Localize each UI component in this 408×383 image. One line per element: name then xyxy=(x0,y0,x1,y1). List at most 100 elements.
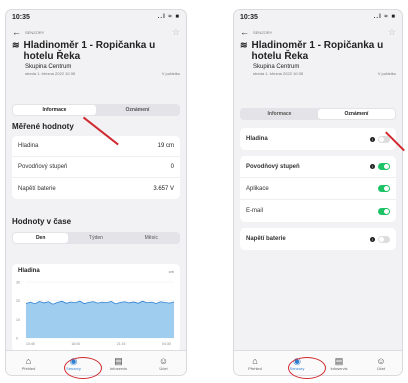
notif-row: Napětí baterie! xyxy=(240,228,396,250)
x-tick-label: 04:30 xyxy=(162,342,171,346)
measured-label: Napětí baterie xyxy=(18,185,56,192)
favorite-star-icon[interactable]: ☆ xyxy=(388,27,396,38)
status-badge: V pořádku xyxy=(377,71,396,76)
nav-ucet[interactable]: ☺ Účet xyxy=(360,351,402,375)
y-tick-label: 0 xyxy=(16,337,18,341)
tab-informace[interactable]: Informace xyxy=(241,109,318,119)
sensor-header: ≋ Hladinoměr 1 - Ropičanka u hotelu Řeka … xyxy=(12,40,180,76)
status-bar: 10:35 ..l ≈ ■ xyxy=(6,10,186,24)
tab-bar: Informace Oznámení xyxy=(12,104,180,116)
sensor-date: streda 1. března 2022 10:35 xyxy=(253,71,304,76)
breadcrumb[interactable]: SENZORY xyxy=(25,30,44,35)
nav-label: Infoservis xyxy=(330,365,348,371)
sensor-header: ≋ Hladinoměr 1 - Ropičanka u hotelu Řeka … xyxy=(240,40,396,76)
account-icon: ☺ xyxy=(158,355,169,366)
back-arrow-icon[interactable]: ← xyxy=(240,27,249,37)
page-title: Hladinoměr 1 - Ropičanka u hotelu Řeka xyxy=(251,40,384,62)
notif-card-level: Hladina! xyxy=(240,128,396,150)
phone-screen-info: 10:35 ..l ≈ ■ ← SENZORY ☆ ≋ Hladinoměr 1 … xyxy=(6,10,186,375)
measured-values-card: Hladina 19 cm Povodňový stupeň 0 Napětí ba… xyxy=(12,136,180,199)
toggle-switch[interactable] xyxy=(378,163,390,170)
nav-label: Účet xyxy=(159,365,168,371)
measured-section-title: Měřené hodnoty xyxy=(12,122,74,131)
chart-card: Hladina cm 30 20 10 0 10:45 16:00 21:15 04:30 xyxy=(12,264,180,352)
info-icon[interactable]: ! xyxy=(370,164,375,169)
measured-value: 0 xyxy=(170,164,174,170)
signal-icon: ..l ≈ ■ xyxy=(373,14,396,20)
status-time: 10:35 xyxy=(12,13,30,21)
status-badge: V pořádku xyxy=(161,71,180,76)
news-icon: ▤ xyxy=(334,355,344,366)
period-selector: Den Týden Měsíc xyxy=(12,232,180,244)
time-section-title: Hodnoty v čase xyxy=(12,217,72,226)
measured-value: 3.657 V xyxy=(153,185,174,192)
y-tick-label: 10 xyxy=(16,318,20,322)
x-tick-label: 16:00 xyxy=(71,342,80,346)
period-day[interactable]: Den xyxy=(13,233,69,243)
account-icon: ☺ xyxy=(376,355,386,366)
info-icon[interactable]: ! xyxy=(370,136,375,142)
y-tick-label: 30 xyxy=(16,281,20,285)
period-week[interactable]: Týden xyxy=(68,233,123,243)
news-icon: ▤ xyxy=(114,355,123,366)
info-icon[interactable]: ! xyxy=(370,236,375,242)
home-icon: ⌂ xyxy=(252,355,258,366)
page-title: Hladinoměr 1 - Ropičanka u hotelu Řeka xyxy=(23,40,156,62)
tab-bar: Informace Oznámení xyxy=(240,108,396,120)
level-chart: 30 20 10 0 10:45 16:00 21:15 04:30 xyxy=(16,281,175,346)
notif-card-battery: Napětí baterie! xyxy=(240,228,396,250)
sensor-group: Skupina Centrum xyxy=(25,64,72,70)
tab-informace[interactable]: Informace xyxy=(13,105,96,115)
measured-row: Hladina 19 cm xyxy=(12,136,180,157)
x-tick-label: 10:45 xyxy=(26,342,35,346)
nav-label: Účet xyxy=(376,365,386,371)
notif-label: Aplikace xyxy=(246,185,269,192)
toggle-switch[interactable] xyxy=(378,207,390,215)
back-arrow-icon[interactable]: ← xyxy=(12,27,21,37)
tab-oznameni[interactable]: Oznámení xyxy=(318,109,395,119)
nav-prehled[interactable]: ⌂ Přehled xyxy=(6,351,51,375)
breadcrumb[interactable]: SENZORY xyxy=(253,30,272,35)
annotation-circle xyxy=(288,357,326,379)
period-month[interactable]: Měsíc xyxy=(124,233,179,243)
series-area xyxy=(26,301,174,338)
notif-label: Napětí baterie xyxy=(246,236,286,242)
x-tick-label: 21:15 xyxy=(117,342,126,346)
home-icon: ⌂ xyxy=(25,355,32,366)
measured-row: Povodňový stupeň 0 xyxy=(12,157,180,178)
top-bar: ← SENZORY ☆ xyxy=(234,26,402,38)
nav-infoservis[interactable]: ▤ Infoservis xyxy=(96,351,141,375)
measured-label: Povodňový stupeň xyxy=(18,164,68,170)
measured-value: 19 cm xyxy=(157,143,174,149)
notif-row: Povodňový stupeň! xyxy=(240,156,396,178)
measured-label: Hladina xyxy=(18,143,39,149)
sensor-type-icon: ≋ xyxy=(12,40,20,50)
annotation-circle xyxy=(64,357,102,379)
notif-row: E-mail xyxy=(240,200,396,222)
notif-card-flood: Povodňový stupeň! Aplikace E-mail xyxy=(240,156,396,222)
favorite-star-icon[interactable]: ☆ xyxy=(172,27,180,38)
nav-label: Přehled xyxy=(21,365,36,371)
nav-label: Přehled xyxy=(248,365,262,371)
nav-label: Infoservis xyxy=(109,365,128,371)
nav-prehled[interactable]: ⌂ Přehled xyxy=(234,351,276,375)
status-time: 10:35 xyxy=(240,13,258,21)
phone-screen-notifications: 10:35 ..l ≈ ■ ← SENZORY ☆ ≋ Hladinoměr 1 … xyxy=(234,10,402,375)
top-bar: ← SENZORY ☆ xyxy=(6,26,186,38)
notif-label: Hladina xyxy=(246,136,268,142)
sensor-date: streda 1. března 2022 10:35 xyxy=(25,71,76,76)
toggle-switch[interactable] xyxy=(378,235,390,243)
signal-icon: ..l ≈ ■ xyxy=(157,14,180,20)
nav-ucet[interactable]: ☺ Účet xyxy=(141,351,186,375)
y-tick-label: 20 xyxy=(16,299,20,303)
notif-label: Povodňový stupeň xyxy=(246,163,300,170)
sensor-type-icon: ≋ xyxy=(240,40,248,50)
measured-row: Napětí baterie 3.657 V xyxy=(12,178,180,199)
toggle-switch[interactable] xyxy=(378,185,390,192)
sensor-group: Skupina Centrum xyxy=(253,64,300,70)
status-bar: 10:35 ..l ≈ ■ xyxy=(234,10,402,24)
notif-label: E-mail xyxy=(246,208,264,214)
tab-oznameni[interactable]: Oznámení xyxy=(96,105,179,115)
notif-row: Hladina! xyxy=(240,128,396,150)
notif-row: Aplikace xyxy=(240,178,396,200)
